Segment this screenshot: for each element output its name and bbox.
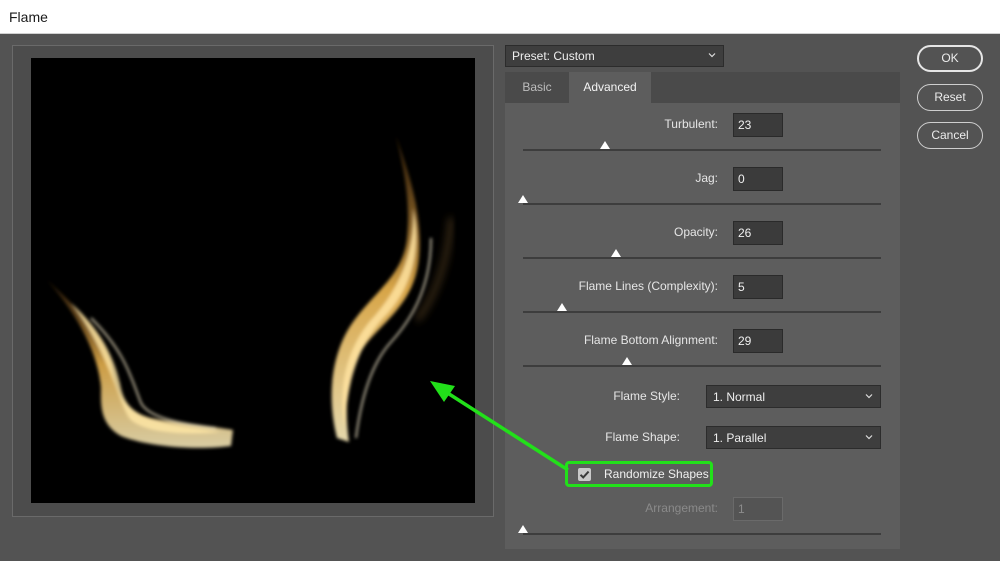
flame-lines-input[interactable]: 5 [733,275,783,299]
flame-bottom-slider-thumb[interactable] [621,357,632,365]
preset-select-value: Preset: Custom [512,49,595,63]
chevron-down-icon [865,433,873,441]
flame-preview[interactable] [31,58,475,503]
turbulent-slider[interactable] [523,141,881,151]
flame-lines-label: Flame Lines (Complexity): [578,279,718,293]
flame-lines-slider-thumb[interactable] [557,303,568,311]
turbulent-label: Turbulent: [664,117,718,131]
opacity-label: Opacity: [673,225,718,239]
opacity-input[interactable]: 26 [733,221,783,245]
randomize-shapes-checkbox[interactable] [578,468,591,481]
opacity-slider[interactable] [523,249,881,259]
flame-left [47,280,233,448]
chevron-down-icon [865,392,873,400]
flame-lines-slider[interactable] [523,303,881,313]
flame-style-label: Flame Style: [613,389,680,403]
title-bar: Flame [0,0,1000,34]
flame-style-value: 1. Normal [713,389,766,404]
preset-select[interactable]: Preset: Custom [505,45,724,67]
flame-bottom-input[interactable]: 29 [733,329,783,353]
arrangement-label: Arrangement: [645,501,718,515]
window-title: Flame [9,9,48,25]
flame-shape-select[interactable]: 1. Parallel [706,426,881,449]
flame-preview-image [47,136,453,448]
chevron-down-icon [708,51,716,59]
tab-advanced[interactable]: Advanced [569,72,651,103]
flame-style-select[interactable]: 1. Normal [706,385,881,408]
turbulent-input[interactable]: 23 [733,113,783,137]
randomize-shapes-label[interactable]: Randomize Shapes [604,467,709,481]
arrangement-slider-thumb[interactable] [518,525,528,533]
jag-slider-thumb[interactable] [518,195,528,203]
arrangement-slider[interactable] [518,525,881,535]
cancel-button[interactable]: Cancel [917,122,983,149]
jag-slider[interactable] [518,195,881,205]
ok-button[interactable]: OK [917,45,983,72]
jag-label: Jag: [695,171,718,185]
arrangement-input[interactable]: 1 [733,497,783,521]
tab-basic[interactable]: Basic [505,72,569,103]
opacity-slider-thumb[interactable] [611,249,622,257]
flame-bottom-slider[interactable] [523,357,881,367]
reset-button[interactable]: Reset [917,84,983,111]
flame-bottom-label: Flame Bottom Alignment: [583,333,718,347]
flame-shape-value: 1. Parallel [713,430,767,445]
randomize-shapes-highlight: Randomize Shapes [565,461,713,487]
tab-bar: Basic Advanced [505,72,900,103]
check-icon [579,470,590,479]
flame-shape-label: Flame Shape: [605,430,680,444]
flame-right [331,136,453,442]
turbulent-slider-thumb[interactable] [600,141,611,149]
jag-input[interactable]: 0 [733,167,783,191]
